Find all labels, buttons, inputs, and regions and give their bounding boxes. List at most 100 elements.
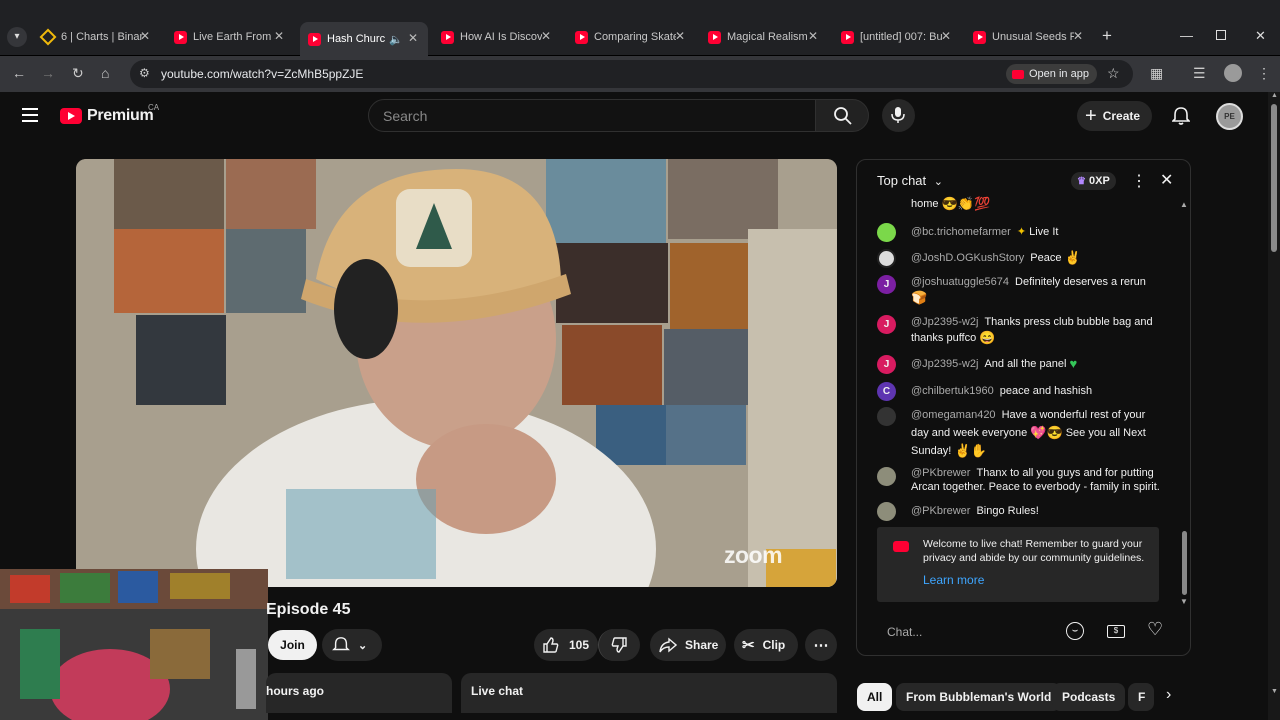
share-icon (659, 637, 677, 653)
share-button[interactable]: Share (650, 629, 726, 661)
address-bar[interactable]: ⚙ youtube.com/watch?v=ZcMhB5ppZJE Open i… (130, 60, 1133, 88)
extensions-icon[interactable]: ▦ (1150, 65, 1163, 82)
browser-menu-icon[interactable]: ⋮ (1257, 65, 1271, 82)
chip-from-bubblemans-world[interactable]: From Bubbleman's World (896, 683, 1062, 711)
profile-icon[interactable] (1224, 64, 1242, 82)
dislike-button[interactable] (598, 629, 640, 661)
scroll-down-arrow-icon[interactable]: ▼ (1271, 688, 1278, 695)
chip-partial[interactable]: F (1128, 683, 1154, 711)
youtube-icon (1012, 69, 1024, 79)
chat-scroll-up-icon[interactable]: ▲ (1180, 200, 1188, 209)
browser-tab[interactable]: How AI Is Discovering ✕ (441, 26, 561, 48)
bookmark-star-icon[interactable]: ☆ (1107, 65, 1120, 82)
open-in-app-button[interactable]: Open in app (1006, 64, 1097, 84)
live-chat-replay-box[interactable]: Live chat (461, 673, 837, 713)
avatar (877, 467, 896, 486)
avatar (877, 502, 896, 521)
chat-mode-dropdown[interactable]: Top chat ⌄ (877, 173, 943, 188)
avatar (877, 223, 896, 242)
scroll-up-arrow-icon[interactable]: ▲ (1271, 92, 1278, 99)
browser-tab[interactable]: Comparing Skaters ✕ (575, 26, 695, 48)
page-scrollbar[interactable]: ▲ ▼ (1268, 92, 1280, 720)
search-button[interactable] (815, 99, 869, 132)
avatar: J (877, 355, 896, 374)
live-chat-panel: Top chat ⌄ ♛ 0XP ⋮ ✕ home 😎👏💯 @bc.tricho… (856, 159, 1191, 656)
chevron-right-icon[interactable]: › (1166, 686, 1171, 704)
heart-emoji-icon: 💖 (1030, 425, 1047, 441)
hamburger-menu-icon[interactable] (22, 108, 38, 122)
search-input[interactable] (383, 108, 783, 124)
scissors-icon: ✂ (742, 637, 755, 654)
site-info-icon[interactable]: ⚙ (139, 66, 150, 80)
create-button[interactable]: + Create (1077, 101, 1153, 131)
clip-button[interactable]: ✂ Clip (734, 629, 798, 661)
browser-tab-active[interactable]: Hash Church 🔈 ✕ (300, 22, 428, 56)
browser-tab[interactable]: 6 | Charts | Binance ✕ (39, 26, 160, 48)
like-button[interactable]: 105 (534, 629, 598, 661)
binance-icon (39, 28, 57, 46)
youtube-header: Premium CA + Create PE (0, 92, 1268, 140)
description-box[interactable]: hours ago (266, 673, 452, 713)
search-box (368, 99, 816, 132)
browser-tab[interactable]: Unusual Seeds F ✕ (973, 26, 1093, 48)
smile-emoji-icon: 😄 (979, 330, 996, 346)
join-button[interactable]: Join (268, 630, 317, 660)
emoji-picker-icon[interactable]: ⌣ (1066, 622, 1084, 640)
reload-icon[interactable]: ↻ (72, 65, 84, 82)
wave-hand-icon: ✋ (970, 443, 987, 459)
chevron-down-icon: ⌄ (933, 176, 943, 188)
chat-input[interactable]: Chat... (877, 618, 1057, 648)
close-tab-icon[interactable]: ✕ (140, 29, 150, 43)
media-control-icon[interactable]: ☰ (1193, 65, 1206, 82)
close-tab-icon[interactable]: ✕ (941, 29, 951, 43)
avatar: J (877, 315, 896, 334)
voice-search-button[interactable] (882, 99, 915, 132)
page-scrollbar-thumb[interactable] (1271, 104, 1277, 252)
close-tab-icon[interactable]: ✕ (541, 29, 551, 43)
learn-more-link[interactable]: Learn more (923, 573, 984, 587)
home-icon[interactable]: ⌂ (101, 65, 109, 81)
heart-reaction-icon[interactable]: ♡ (1147, 619, 1163, 640)
verified-icon: ✦ (1016, 226, 1027, 238)
close-tab-icon[interactable]: ✕ (1073, 29, 1083, 43)
close-tab-icon[interactable]: ✕ (675, 29, 685, 43)
browser-tab[interactable]: Magical Realism ✕ (708, 26, 828, 48)
close-tab-icon[interactable]: ✕ (274, 29, 284, 43)
restore-icon[interactable] (1216, 30, 1226, 40)
account-avatar[interactable]: PE (1216, 103, 1243, 130)
emoji-icon: 😎👏💯 (941, 196, 991, 212)
minimize-icon[interactable]: — (1180, 28, 1193, 43)
forward-icon[interactable]: → (41, 65, 55, 81)
tab-search-button[interactable]: ▾ (7, 27, 27, 47)
new-tab-icon[interactable]: + (1102, 26, 1112, 46)
video-player[interactable] (76, 159, 837, 587)
close-tab-icon[interactable]: ✕ (808, 29, 818, 43)
speaker-icon[interactable]: 🔈 (389, 33, 403, 46)
subscribe-notifications-button[interactable]: ⌄ (322, 629, 382, 661)
back-icon[interactable]: ← (12, 65, 26, 81)
chip-podcasts[interactable]: Podcasts (1052, 683, 1126, 711)
xp-badge[interactable]: ♛ 0XP (1071, 172, 1116, 190)
url-text: youtube.com/watch?v=ZcMhB5ppZJE (161, 67, 364, 81)
chat-scroll-down-icon[interactable]: ▼ (1180, 597, 1188, 606)
chat-scrollbar[interactable] (1182, 531, 1187, 595)
super-chat-icon[interactable]: $ (1107, 625, 1125, 638)
peace-hand-icon: ✌ (954, 443, 971, 459)
sunglasses-emoji-icon: 😎 (1046, 425, 1063, 441)
more-actions-button[interactable]: ⋯ (805, 629, 837, 661)
more-vertical-icon[interactable]: ⋮ (1131, 171, 1147, 191)
browser-tab[interactable]: Live Earth From Space ✕ (174, 26, 294, 48)
bread-emoji-icon: 🍞 (911, 290, 928, 306)
notifications-bell-icon[interactable] (1172, 106, 1190, 126)
youtube-icon (575, 30, 588, 44)
search-icon (834, 107, 852, 125)
zoom-watermark: zoom (724, 542, 783, 568)
close-chat-icon[interactable]: ✕ (1160, 170, 1173, 190)
chip-all[interactable]: All (857, 683, 893, 711)
chat-welcome-banner: Welcome to live chat! Remember to guard … (877, 527, 1159, 602)
close-tab-icon[interactable]: ✕ (408, 31, 418, 45)
youtube-premium-logo[interactable]: Premium CA (60, 103, 159, 125)
video-title: Episode 45 (266, 601, 351, 618)
close-window-icon[interactable]: ✕ (1255, 28, 1266, 44)
browser-tab[interactable]: [untitled] 007: Bu ✕ (841, 26, 961, 48)
